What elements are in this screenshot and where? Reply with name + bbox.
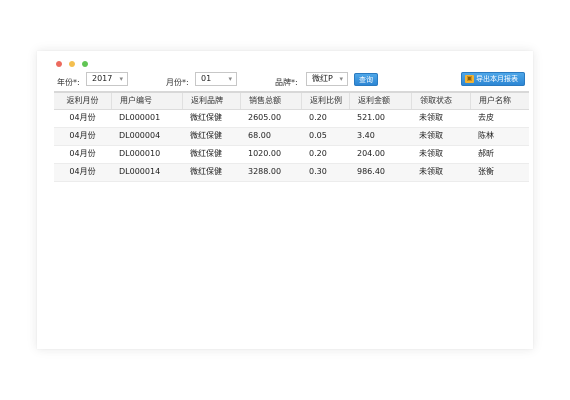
table-cell: DL000014 [119,167,161,176]
table-row[interactable]: 04月份 DL000004 微红保健 68.00 0.05 3.40 未领取 陈… [54,128,529,146]
header-cell[interactable]: 返利品牌 [182,93,240,109]
table-cell: 微红保健 [190,131,222,140]
table-cell: 微红保健 [190,167,222,176]
table-cell: 未领取 [419,149,443,158]
table-row[interactable]: 04月份 DL000010 微红保健 1020.00 0.20 204.00 未… [54,146,529,164]
table-cell: 0.30 [309,167,327,176]
table-row[interactable]: 04月份 DL000014 微红保健 3288.00 0.30 986.40 未… [54,164,529,182]
table-cell: DL000004 [119,131,161,140]
table-cell: 04月份 [69,167,96,176]
brand-label: 品牌*: [275,78,298,87]
table-cell: 陈林 [478,131,494,140]
table-cell: 未领取 [419,131,443,140]
close-window-dot[interactable] [56,61,62,67]
table-header: 返利月份 用户编号 返利品牌 销售总额 返利比例 返利金额 领取状态 用户名称 [54,91,529,110]
brand-select[interactable]: 微红P ▾ [306,72,348,86]
table-cell: 微红保健 [190,149,222,158]
rebate-table: 返利月份 用户编号 返利品牌 销售总额 返利比例 返利金额 领取状态 用户名称 … [54,91,529,182]
table-cell: DL000010 [119,149,161,158]
header-cell[interactable]: 返利比例 [301,93,349,109]
table-cell: 04月份 [69,131,96,140]
export-month-report-button[interactable]: ▣ 导出本月报表 [461,72,525,86]
table-cell: 521.00 [357,113,385,122]
app-window: 年份*: 2017 ▾ 月份*: 01 ▾ 品牌*: 微红P ▾ 查询 ▣ 导出… [37,51,533,349]
filter-toolbar: 年份*: 2017 ▾ 月份*: 01 ▾ 品牌*: 微红P ▾ 查询 ▣ 导出… [37,71,533,91]
lock-icon: ▣ [465,75,474,83]
table-cell: 3.40 [357,131,375,140]
table-cell: 未领取 [419,113,443,122]
year-label: 年份*: [57,78,80,87]
table-cell: 1020.00 [248,149,282,158]
year-select-value: 2017 [92,74,113,83]
table-cell: 0.20 [309,149,327,158]
month-label: 月份*: [166,78,189,87]
minimize-window-dot[interactable] [69,61,75,67]
month-select-value: 01 [201,74,212,83]
export-button-label: 导出本月报表 [476,75,518,83]
table-cell: DL000001 [119,113,161,122]
table-cell: 微红保健 [190,113,222,122]
table-cell: 张衡 [478,167,494,176]
brand-select-value: 微红P [312,74,333,83]
table-cell: 去皮 [478,113,494,122]
table-cell: 未领取 [419,167,443,176]
table-cell: 986.40 [357,167,385,176]
header-cell[interactable]: 用户编号 [111,93,182,109]
table-cell: 04月份 [69,113,96,122]
table-cell: 0.20 [309,113,327,122]
maximize-window-dot[interactable] [82,61,88,67]
table-cell: 68.00 [248,131,271,140]
query-button[interactable]: 查询 [354,73,378,86]
chevron-down-icon: ▾ [228,75,232,83]
chevron-down-icon: ▾ [339,75,343,83]
table-cell: 2605.00 [248,113,282,122]
header-cell[interactable]: 返利金额 [349,93,411,109]
table-row[interactable]: 04月份 DL000001 微红保健 2605.00 0.20 521.00 未… [54,110,529,128]
year-select[interactable]: 2017 ▾ [86,72,128,86]
table-cell: 0.05 [309,131,327,140]
header-cell[interactable]: 领取状态 [411,93,470,109]
chevron-down-icon: ▾ [119,75,123,83]
month-select[interactable]: 01 ▾ [195,72,237,86]
table-cell: 204.00 [357,149,385,158]
table-cell: 3288.00 [248,167,282,176]
header-cell[interactable]: 用户名称 [470,93,529,109]
header-cell[interactable]: 销售总额 [240,93,301,109]
table-cell: 04月份 [69,149,96,158]
header-cell[interactable]: 返利月份 [54,93,111,109]
table-cell: 郝昕 [478,149,494,158]
